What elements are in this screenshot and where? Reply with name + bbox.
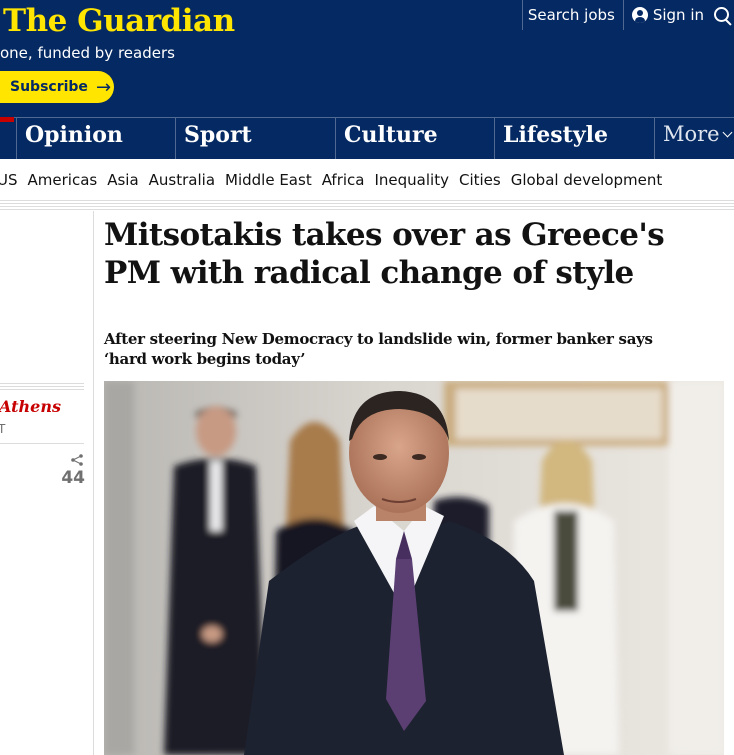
share-count: 44 — [61, 468, 85, 488]
person-icon — [631, 7, 648, 23]
byline[interactable]: Athens — [0, 397, 61, 416]
chevron-down-icon — [722, 127, 733, 138]
article-standfirst: After steering New Democracy to landslid… — [104, 330, 653, 368]
sign-in-label: Sign in — [652, 6, 704, 24]
pillar-sport[interactable]: Sport — [175, 118, 252, 159]
masthead: The Guardian one, funded by readers Subs… — [0, 0, 734, 117]
article-meta: Athens T 44 — [0, 211, 94, 755]
guardian-logo[interactable]: The Guardian — [3, 3, 235, 39]
sign-in-link[interactable]: Sign in — [622, 0, 712, 30]
search-icon[interactable] — [712, 0, 734, 30]
subscribe-button[interactable]: Subscribe → — [0, 71, 114, 103]
share-icon[interactable] — [70, 453, 84, 467]
dateline: T — [0, 422, 6, 436]
section-divider — [0, 203, 734, 211]
subnav-item-australia[interactable]: Australia — [149, 171, 215, 189]
pillar-culture[interactable]: Culture — [335, 118, 438, 159]
arrow-right-icon: → — [95, 76, 112, 98]
pillar-opinion[interactable]: Opinion — [16, 118, 123, 159]
subnav-item-global-development[interactable]: Global development — [511, 171, 663, 189]
article-main-image — [104, 381, 724, 755]
meta-divider — [0, 383, 84, 391]
subnav-item-asia[interactable]: Asia — [107, 171, 138, 189]
subnav-item-cities[interactable]: Cities — [459, 171, 501, 189]
subnav-item-middle-east[interactable]: Middle East — [225, 171, 312, 189]
subnav-item-us[interactable]: US — [0, 171, 18, 189]
article-headline: Mitsotakis takes over as Greece's PM wit… — [104, 217, 665, 291]
pillar-more[interactable]: More — [654, 118, 733, 159]
meta-separator — [0, 443, 84, 444]
subnav-item-africa[interactable]: Africa — [322, 171, 365, 189]
top-links: Search jobs Sign in — [521, 0, 734, 30]
pillar-nav: Opinion Sport Culture Lifestyle More — [0, 117, 734, 159]
news-pillar-accent — [0, 117, 14, 122]
subscribe-label: Subscribe — [10, 79, 88, 95]
main-photo — [104, 381, 724, 755]
support-tagline: one, funded by readers — [0, 44, 175, 62]
search-jobs-link[interactable]: Search jobs — [521, 0, 623, 30]
subnav-item-inequality[interactable]: Inequality — [374, 171, 448, 189]
more-label: More — [663, 122, 720, 146]
section-subnav: US Americas Asia Australia Middle East A… — [0, 159, 734, 201]
pillar-lifestyle[interactable]: Lifestyle — [494, 118, 608, 159]
subnav-item-americas[interactable]: Americas — [28, 171, 98, 189]
